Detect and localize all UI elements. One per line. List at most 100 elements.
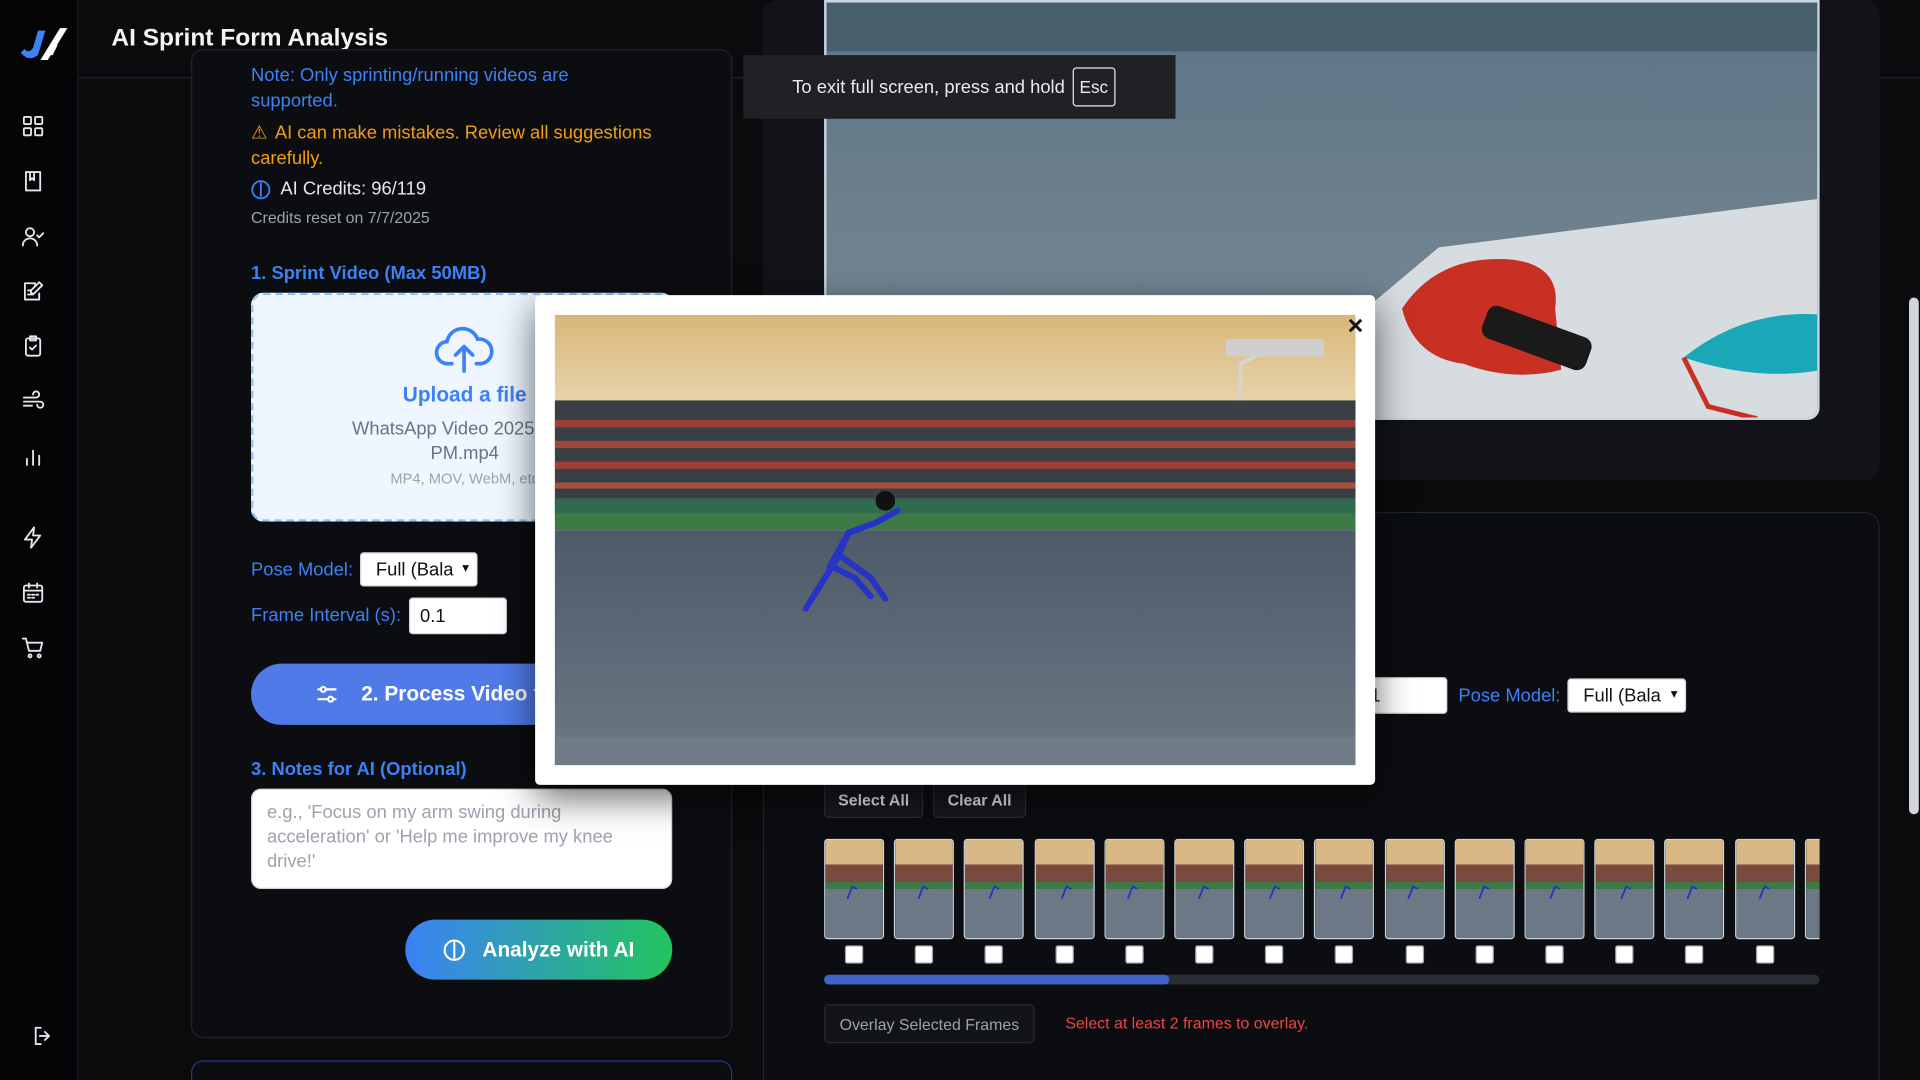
frame-item[interactable] bbox=[1454, 838, 1515, 964]
frame-item[interactable] bbox=[1174, 838, 1235, 964]
calendar-icon[interactable] bbox=[20, 579, 47, 606]
pose-model-label: Pose Model: bbox=[251, 559, 354, 581]
notes-placeholder-line3: drive!' bbox=[266, 851, 316, 872]
frame-thumbnail[interactable] bbox=[1454, 838, 1515, 940]
frame-thumbnail[interactable] bbox=[1244, 838, 1305, 940]
frame-checkbox[interactable] bbox=[1335, 945, 1354, 964]
scrollbar-thumb[interactable] bbox=[824, 974, 1170, 985]
frame-thumbnail[interactable] bbox=[1034, 838, 1095, 940]
frame-checkbox[interactable] bbox=[1685, 945, 1704, 964]
frame-thumbnail[interactable] bbox=[964, 838, 1025, 940]
note-partial: Note: Only sprinting/running videos are bbox=[251, 64, 569, 86]
pose-model-select[interactable]: Full (Bala ▾ bbox=[360, 552, 478, 587]
frame-strip-scrollbar[interactable] bbox=[824, 974, 1820, 985]
wind-icon[interactable] bbox=[20, 388, 47, 415]
fullscreen-exit-toast: To exit full screen, press and hold Esc bbox=[743, 55, 1176, 119]
notes-placeholder-line2: acceleration' or 'Help me improve my kne… bbox=[266, 826, 613, 848]
select-all-button[interactable]: Select All bbox=[824, 781, 924, 818]
frame-item[interactable] bbox=[1734, 838, 1795, 964]
frame-checkbox[interactable] bbox=[1755, 945, 1774, 964]
step1-label: 1. Sprint Video (Max 50MB) bbox=[251, 263, 487, 285]
chevron-down-icon: ▾ bbox=[462, 560, 469, 576]
frame-item[interactable] bbox=[1034, 838, 1095, 964]
sliders-icon bbox=[317, 685, 337, 703]
pose-model-value-2: Full (Bala bbox=[1583, 685, 1661, 707]
cloud-upload-icon bbox=[434, 326, 494, 373]
frame-thumbnail[interactable] bbox=[894, 838, 955, 940]
frame-thumbnail[interactable] bbox=[1594, 838, 1655, 940]
frame-interval-label: Frame Interval (s): bbox=[251, 604, 402, 626]
ai-credits: AI Credits: 96/119 bbox=[251, 179, 426, 200]
close-icon[interactable]: × bbox=[1345, 312, 1367, 339]
frame-item[interactable] bbox=[824, 838, 885, 964]
frame-item[interactable] bbox=[1384, 838, 1445, 964]
logout-icon[interactable] bbox=[29, 1022, 56, 1049]
frame-strip bbox=[824, 838, 1820, 968]
frame-thumbnail[interactable] bbox=[824, 838, 885, 940]
step3-label: 3. Notes for AI (Optional) bbox=[251, 759, 467, 781]
frame-thumbnail[interactable] bbox=[1804, 838, 1820, 940]
frame-checkbox[interactable] bbox=[1475, 945, 1494, 964]
frame-checkbox[interactable] bbox=[1265, 945, 1284, 964]
frame-thumbnail[interactable] bbox=[1734, 838, 1795, 940]
edit-note-icon[interactable] bbox=[20, 278, 47, 305]
logo[interactable] bbox=[18, 23, 69, 65]
brain-icon bbox=[443, 938, 465, 961]
frame-checkbox[interactable] bbox=[1055, 945, 1074, 964]
frame-item[interactable] bbox=[1244, 838, 1305, 964]
frame-checkbox[interactable] bbox=[1195, 945, 1214, 964]
frame-checkbox[interactable] bbox=[1545, 945, 1564, 964]
book-icon[interactable] bbox=[20, 168, 47, 195]
app-root: AI Sprint Form Analysis 1 Note: Only spr… bbox=[0, 0, 1920, 1080]
frame-item[interactable] bbox=[1314, 838, 1375, 964]
user-check-icon[interactable] bbox=[20, 223, 47, 250]
frame-item[interactable] bbox=[1524, 838, 1585, 964]
frame-item[interactable] bbox=[894, 838, 955, 964]
frame-item[interactable] bbox=[964, 838, 1025, 964]
ai-notes-textarea[interactable]: e.g., 'Focus on my arm swing during acce… bbox=[251, 788, 673, 889]
pose-model-label-2: Pose Model: bbox=[1458, 685, 1561, 707]
frame-thumbnail[interactable] bbox=[1174, 838, 1235, 940]
frame-checkbox[interactable] bbox=[1125, 945, 1144, 964]
warning-line1: AI can make mistakes. Review all suggest… bbox=[274, 122, 652, 144]
frame-thumbnail[interactable] bbox=[1664, 838, 1725, 940]
warning-note: ⚠ AI can make mistakes. Review all sugge… bbox=[251, 121, 652, 145]
frame-checkbox[interactable] bbox=[1615, 945, 1634, 964]
cart-icon[interactable] bbox=[20, 634, 47, 661]
esc-key: Esc bbox=[1072, 67, 1116, 107]
warning-line2: carefully. bbox=[251, 148, 324, 169]
lightning-icon[interactable] bbox=[20, 524, 47, 551]
dashboard-icon[interactable] bbox=[20, 113, 47, 140]
frame-item[interactable] bbox=[1594, 838, 1655, 964]
fullscreen-toast-text: To exit full screen, press and hold bbox=[792, 76, 1065, 98]
brain-icon bbox=[251, 179, 271, 199]
frame-thumbnail[interactable] bbox=[1314, 838, 1375, 940]
warning-icon: ⚠ bbox=[251, 122, 268, 144]
frame-item[interactable] bbox=[1804, 838, 1820, 964]
frame-checkbox[interactable] bbox=[1405, 945, 1424, 964]
frame-checkbox[interactable] bbox=[914, 945, 934, 964]
pose-model-select-2[interactable]: Full (Bala ▾ bbox=[1567, 678, 1687, 713]
overlay-selected-frames-button[interactable]: Overlay Selected Frames bbox=[824, 1004, 1035, 1044]
credits-reset: Credits reset on 7/7/2025 bbox=[251, 208, 430, 227]
frame-thumbnail[interactable] bbox=[1524, 838, 1585, 940]
frame-thumbnail[interactable] bbox=[1384, 838, 1445, 940]
overlay-error-message: Select at least 2 frames to overlay. bbox=[1065, 1013, 1309, 1033]
analyze-with-ai-button[interactable]: Analyze with AI bbox=[405, 919, 673, 980]
clipboard-icon[interactable] bbox=[20, 333, 47, 360]
process-video-label: 2. Process Video f bbox=[361, 682, 541, 706]
frame-checkbox[interactable] bbox=[844, 945, 864, 964]
bar-chart-icon[interactable] bbox=[20, 443, 47, 470]
frame-item[interactable] bbox=[1104, 838, 1165, 964]
frame-item[interactable] bbox=[1664, 838, 1725, 964]
clear-all-button[interactable]: Clear All bbox=[933, 781, 1027, 818]
page-scrollbar[interactable] bbox=[1908, 297, 1919, 815]
frame-checkbox[interactable] bbox=[984, 945, 1004, 964]
credits-text: AI Credits: 96/119 bbox=[280, 178, 427, 200]
note-supported: supported. bbox=[251, 90, 338, 112]
chevron-down-icon: ▾ bbox=[1670, 686, 1678, 702]
frame-thumbnail[interactable] bbox=[1104, 838, 1165, 940]
pose-model-value: Full (Bala bbox=[375, 559, 454, 581]
analyze-label: Analyze with AI bbox=[482, 937, 635, 961]
frame-interval-input[interactable]: 0.1 bbox=[408, 597, 507, 635]
